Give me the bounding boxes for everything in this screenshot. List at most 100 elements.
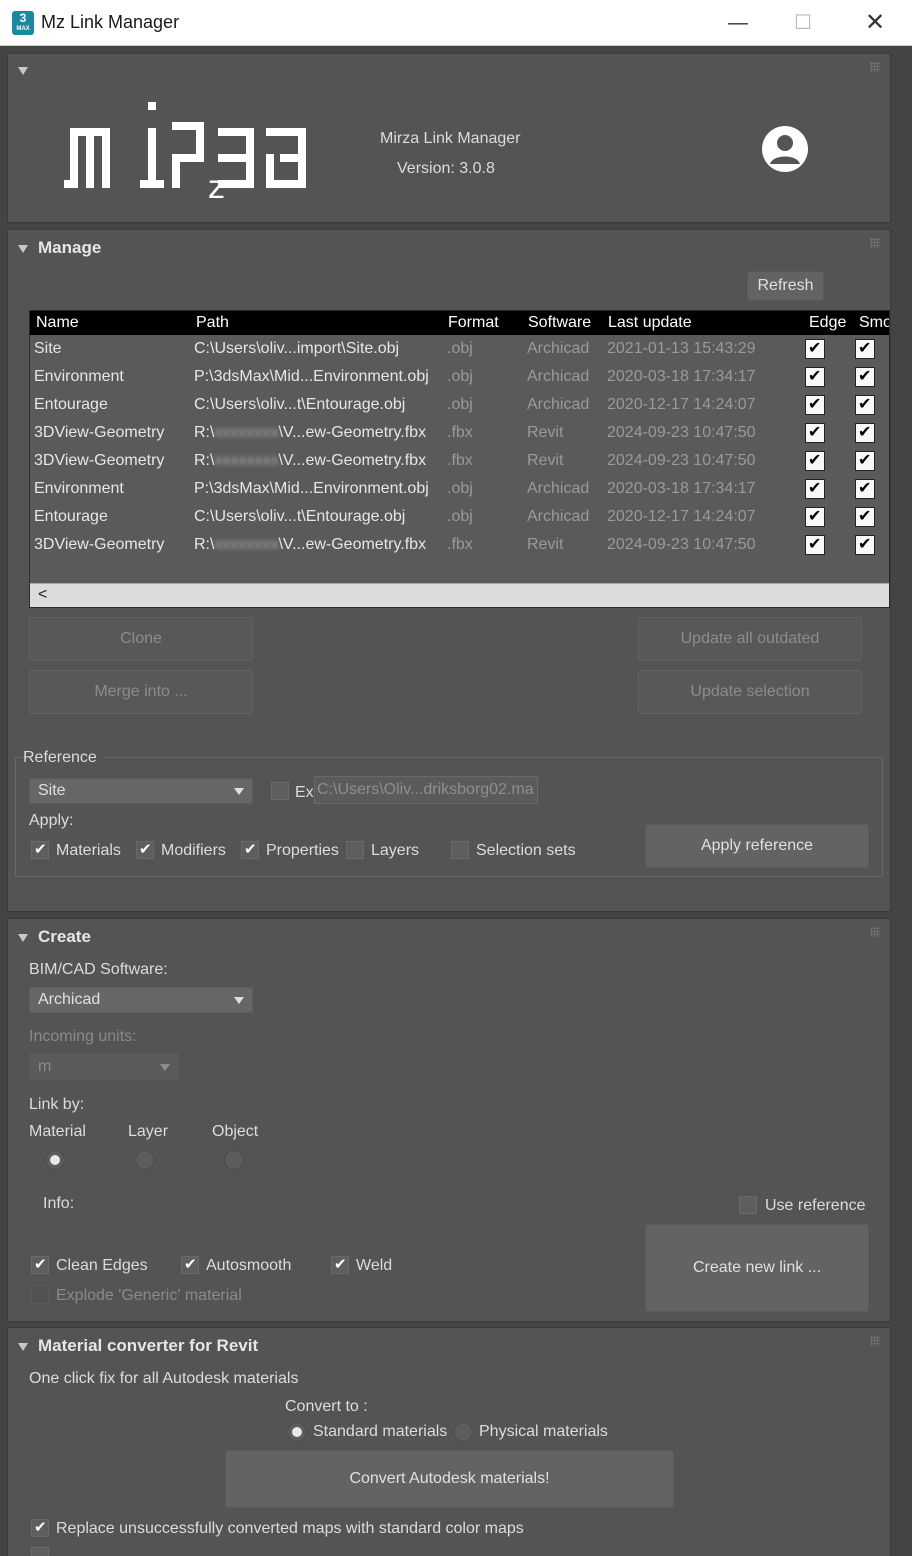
smooth-checkbox[interactable] bbox=[855, 506, 875, 527]
standard-materials-radio[interactable] bbox=[287, 1422, 307, 1442]
link-by-object-radio[interactable] bbox=[224, 1150, 244, 1170]
edge-checkbox[interactable] bbox=[805, 394, 825, 415]
autosmooth-label: Autosmooth bbox=[206, 1257, 292, 1274]
create-rollout-header[interactable]: Create bbox=[18, 927, 91, 947]
create-new-link-button[interactable]: Create new link ... bbox=[645, 1224, 869, 1312]
smooth-checkbox[interactable] bbox=[855, 478, 875, 499]
drag-grip-icon[interactable] bbox=[870, 1336, 880, 1346]
smooth-checkbox[interactable] bbox=[855, 366, 875, 387]
app-version: Version: 3.0.8 bbox=[397, 160, 495, 177]
link-by-material-radio[interactable] bbox=[45, 1150, 65, 1170]
edge-checkbox[interactable] bbox=[805, 366, 825, 387]
drag-grip-icon[interactable] bbox=[870, 238, 880, 248]
software-dropdown[interactable]: Archicad bbox=[29, 987, 253, 1013]
edge-checkbox[interactable] bbox=[805, 450, 825, 471]
edge-checkbox[interactable] bbox=[805, 506, 825, 527]
weld-checkbox[interactable] bbox=[331, 1255, 349, 1274]
update-selection-button[interactable]: Update selection bbox=[638, 670, 862, 714]
selection-sets-checkbox[interactable] bbox=[451, 841, 469, 859]
ex-checkbox[interactable] bbox=[271, 782, 289, 800]
replace-maps-label: Replace unsuccessfully converted maps wi… bbox=[56, 1520, 524, 1537]
window-titlebar: 3 MAX Mz Link Manager — ☐ ✕ bbox=[0, 0, 912, 46]
collapse-icon bbox=[18, 1342, 28, 1351]
chevron-down-icon bbox=[160, 1064, 170, 1071]
smooth-checkbox[interactable] bbox=[855, 394, 875, 415]
table-row[interactable]: Environment P:\3dsMax\Mid...Environment.… bbox=[30, 363, 889, 391]
layers-checkbox[interactable] bbox=[346, 841, 364, 859]
physical-materials-radio[interactable] bbox=[453, 1422, 473, 1442]
update-all-outdated-button[interactable]: Update all outdated bbox=[638, 617, 862, 661]
table-row[interactable]: Environment P:\3dsMax\Mid...Environment.… bbox=[30, 475, 889, 503]
smooth-checkbox[interactable] bbox=[855, 422, 875, 443]
app-name: Mirza Link Manager bbox=[380, 130, 521, 147]
material-converter-rollout-header[interactable]: Material converter for Revit bbox=[18, 1336, 258, 1356]
convert-autodesk-materials-button[interactable]: Convert Autodesk materials! bbox=[225, 1450, 674, 1508]
incoming-units-label: Incoming units: bbox=[29, 1028, 137, 1045]
use-reference-label: Use reference bbox=[765, 1197, 866, 1214]
table-row[interactable]: Entourage C:\Users\oliv...t\Entourage.ob… bbox=[30, 503, 889, 531]
chevron-down-icon bbox=[234, 997, 244, 1004]
table-row[interactable]: Entourage C:\Users\oliv...t\Entourage.ob… bbox=[30, 391, 889, 419]
ex-path-field[interactable]: C:\Users\Oliv...driksborg02.ma bbox=[314, 776, 538, 804]
merge-into-button[interactable]: Merge into ... bbox=[29, 670, 253, 714]
incoming-units-dropdown[interactable]: m bbox=[29, 1054, 179, 1080]
column-header-path[interactable]: Path bbox=[196, 314, 229, 332]
collapse-icon[interactable] bbox=[18, 62, 38, 80]
table-header: Name Path Format Software Last update Ed… bbox=[30, 311, 889, 335]
close-button[interactable]: ✕ bbox=[855, 8, 895, 38]
materials-checkbox[interactable] bbox=[31, 840, 49, 859]
clean-edges-checkbox[interactable] bbox=[31, 1255, 49, 1274]
link-by-material-label: Material bbox=[29, 1123, 86, 1140]
autosmooth-checkbox[interactable] bbox=[181, 1255, 199, 1274]
drag-grip-icon[interactable] bbox=[870, 62, 880, 72]
reference-label: Reference bbox=[23, 749, 103, 767]
edge-checkbox[interactable] bbox=[805, 534, 825, 555]
replace-maps-checkbox[interactable] bbox=[31, 1518, 49, 1537]
minimize-button[interactable]: — bbox=[718, 8, 758, 38]
header-panel: mirza z Mirza Link Manager Version: 3.0.… bbox=[7, 53, 891, 223]
drag-grip-icon[interactable] bbox=[870, 927, 880, 937]
modifiers-checkbox[interactable] bbox=[136, 840, 154, 859]
column-header-smooth[interactable]: Smo bbox=[859, 314, 889, 332]
standard-materials-label: Standard materials bbox=[313, 1423, 448, 1440]
column-header-last-update[interactable]: Last update bbox=[608, 314, 692, 332]
table-row[interactable]: 3DView-Geometry R:\xxxxxxxx\V...ew-Geome… bbox=[30, 447, 889, 475]
table-row[interactable]: Site C:\Users\oliv...import\Site.obj .ob… bbox=[30, 335, 889, 363]
window-title: Mz Link Manager bbox=[41, 12, 180, 32]
link-by-layer-radio[interactable] bbox=[135, 1150, 155, 1170]
second-option-checkbox[interactable] bbox=[31, 1547, 49, 1556]
chevron-down-icon bbox=[234, 788, 244, 795]
use-reference-checkbox[interactable] bbox=[739, 1196, 757, 1214]
clean-edges-label: Clean Edges bbox=[56, 1257, 148, 1274]
convert-to-label: Convert to : bbox=[285, 1398, 368, 1415]
smooth-checkbox[interactable] bbox=[855, 338, 875, 359]
apply-reference-button[interactable]: Apply reference bbox=[645, 824, 869, 868]
svg-text:mirza: mirza bbox=[184, 113, 187, 115]
edge-checkbox[interactable] bbox=[805, 338, 825, 359]
ex-label: Ex bbox=[295, 784, 314, 801]
horizontal-scrollbar[interactable]: < bbox=[30, 583, 889, 607]
column-header-name[interactable]: Name bbox=[36, 314, 79, 332]
explode-generic-checkbox[interactable] bbox=[31, 1286, 49, 1304]
edge-checkbox[interactable] bbox=[805, 478, 825, 499]
column-header-format[interactable]: Format bbox=[448, 314, 499, 332]
scroll-left-icon[interactable]: < bbox=[38, 586, 47, 604]
table-row[interactable]: 3DView-Geometry R:\xxxxxxxx\V...ew-Geome… bbox=[30, 531, 889, 559]
smooth-checkbox[interactable] bbox=[855, 450, 875, 471]
modifiers-label: Modifiers bbox=[161, 842, 226, 859]
apply-label: Apply: bbox=[29, 812, 74, 829]
refresh-button[interactable]: Refresh bbox=[747, 271, 824, 301]
column-header-edge[interactable]: Edge bbox=[809, 314, 846, 332]
edge-checkbox[interactable] bbox=[805, 422, 825, 443]
explode-generic-label: Explode 'Generic' material bbox=[56, 1287, 242, 1304]
maximize-button[interactable]: ☐ bbox=[783, 8, 823, 38]
column-header-software[interactable]: Software bbox=[528, 314, 591, 332]
user-account-icon[interactable] bbox=[761, 125, 809, 173]
table-row[interactable]: 3DView-Geometry R:\xxxxxxxx\V...ew-Geome… bbox=[30, 419, 889, 447]
clone-button[interactable]: Clone bbox=[29, 617, 253, 661]
smooth-checkbox[interactable] bbox=[855, 534, 875, 555]
reference-dropdown[interactable]: Site bbox=[29, 778, 253, 804]
links-table[interactable]: Name Path Format Software Last update Ed… bbox=[29, 310, 890, 608]
manage-rollout-header[interactable]: Manage bbox=[18, 238, 101, 258]
properties-checkbox[interactable] bbox=[241, 840, 259, 859]
